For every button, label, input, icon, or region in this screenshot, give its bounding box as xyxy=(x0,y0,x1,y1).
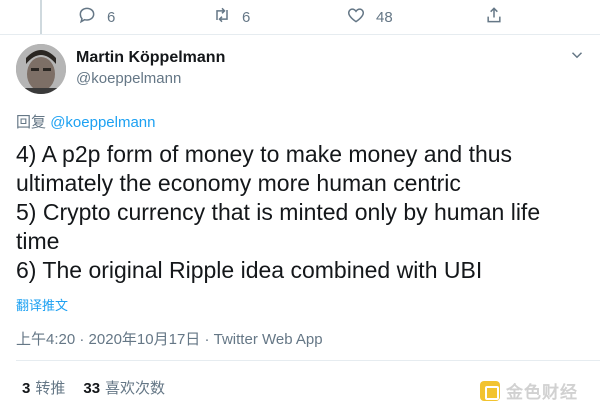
tweet-date[interactable]: 2020年10月17日 xyxy=(89,331,201,348)
previous-tweet-action-bar: 6 6 48 xyxy=(0,0,600,34)
tweet-line: 4) A p2p form of money to make money and… xyxy=(16,141,513,196)
likes-label: 喜欢次数 xyxy=(105,380,166,397)
tweet-metadata: 上午4:20 · 2020年10月17日 · Twitter Web App xyxy=(16,328,323,349)
engagement-stats: 3 转推 33 喜欢次数 xyxy=(22,377,165,398)
watermark-text: 金色财经 xyxy=(506,383,578,402)
author-name[interactable]: Martin Köppelmann xyxy=(76,49,225,67)
reply-icon xyxy=(77,5,97,29)
likes-stat[interactable]: 33 喜欢次数 xyxy=(83,377,165,398)
meta-separator: · xyxy=(75,331,89,348)
like-count: 48 xyxy=(376,8,393,26)
reply-count: 6 xyxy=(107,8,116,26)
retweets-stat[interactable]: 3 转推 xyxy=(22,377,65,398)
tweet-text: 4) A p2p form of money to make money and… xyxy=(16,140,586,285)
divider xyxy=(16,360,600,361)
translate-tweet-link[interactable]: 翻译推文 xyxy=(16,295,68,314)
heart-icon xyxy=(346,5,366,29)
avatar[interactable] xyxy=(16,44,66,94)
likes-value: 33 xyxy=(83,380,101,397)
watermark-logo-icon xyxy=(480,380,500,401)
tweet-time[interactable]: 上午4:20 xyxy=(16,331,75,348)
reply-prefix: 回复 xyxy=(16,114,47,131)
tweet-line: 5) Crypto currency that is minted only b… xyxy=(16,199,541,254)
replying-to: 回复 @koeppelmann xyxy=(16,111,155,132)
share-button[interactable] xyxy=(484,5,504,29)
reply-mention-link[interactable]: @koeppelmann xyxy=(50,114,155,131)
tweet-source: Twitter Web App xyxy=(213,331,323,348)
share-icon xyxy=(484,5,504,29)
retweet-icon xyxy=(212,5,232,29)
retweets-value: 3 xyxy=(22,380,31,397)
retweet-button[interactable]: 6 xyxy=(212,5,250,29)
divider xyxy=(0,34,600,35)
author-handle[interactable]: @koeppelmann xyxy=(76,70,181,87)
more-options-button[interactable] xyxy=(568,46,586,64)
retweet-count: 6 xyxy=(242,8,251,26)
reply-button[interactable]: 6 xyxy=(77,5,115,29)
like-button[interactable]: 48 xyxy=(346,5,393,29)
chevron-down-icon xyxy=(568,51,586,68)
retweets-label: 转推 xyxy=(35,380,66,397)
meta-separator: · xyxy=(200,331,214,348)
tweet-line: 6) The original Ripple idea combined wit… xyxy=(16,257,483,283)
watermark: 金色财经 xyxy=(480,378,578,403)
